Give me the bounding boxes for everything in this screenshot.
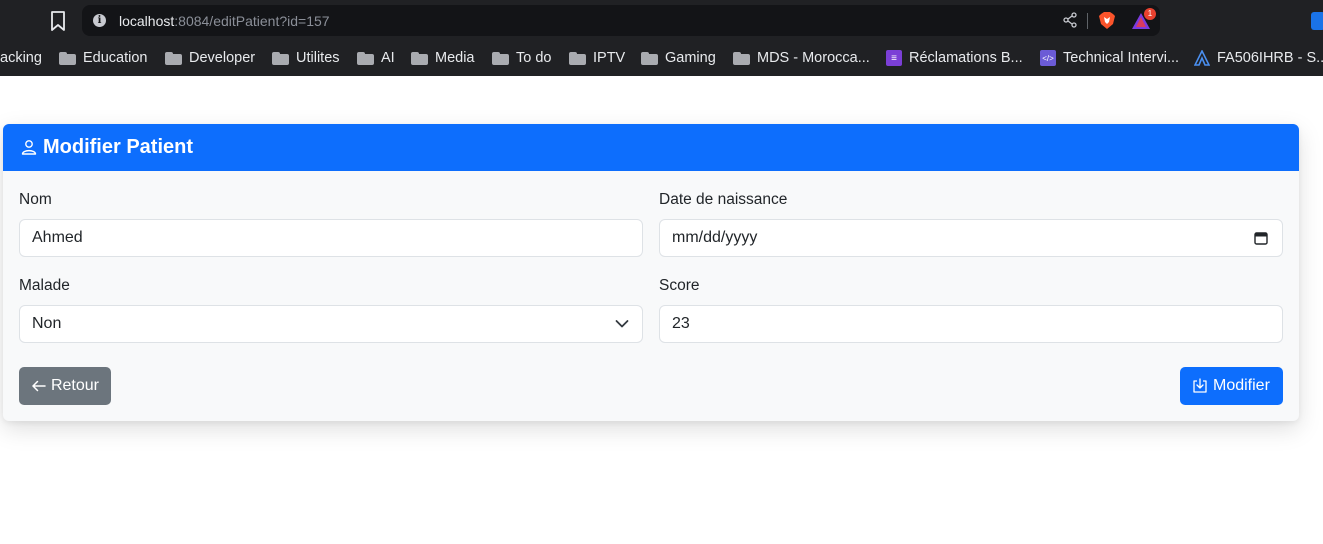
download-icon	[1193, 378, 1207, 393]
folder-icon	[411, 51, 428, 65]
bookmark-label: Developer	[189, 50, 256, 66]
edit-patient-card: Modifier Patient Nom Date de naissance m…	[3, 124, 1299, 421]
list-icon: ≡	[886, 50, 902, 66]
url-path: :8084/editPatient?id=157	[174, 13, 330, 29]
bookmark-label: IPTV	[593, 50, 626, 66]
bookmark-label: To do	[516, 50, 552, 66]
bookmark-label: FA506IHRB - S...	[1217, 50, 1323, 66]
bookmark-folder-media[interactable]: Media	[411, 46, 475, 70]
bookmark-label: Gaming	[665, 50, 716, 66]
browser-chrome: i localhost:8084/editPatient?id=157 1 ac…	[0, 0, 1323, 76]
modify-button-label: Modifier	[1213, 377, 1270, 394]
card-header: Modifier Patient	[3, 124, 1299, 171]
bookmark-folder-todo[interactable]: To do	[492, 46, 551, 70]
folder-icon	[641, 51, 658, 65]
malade-selected-value: Non	[32, 315, 62, 332]
malade-select[interactable]: Non	[19, 305, 643, 343]
bookmark-label: Technical Intervi...	[1063, 50, 1180, 66]
back-button[interactable]: Retour	[19, 367, 111, 405]
bookmark-folder-ai[interactable]: AI	[357, 46, 395, 70]
malade-label: Malade	[19, 277, 70, 294]
folder-icon	[272, 51, 289, 65]
url-bar[interactable]: i localhost:8084/editPatient?id=157 1	[82, 5, 1160, 36]
nom-label: Nom	[19, 191, 52, 208]
bookmark-label: Education	[83, 50, 148, 66]
bookmark-label: Utilites	[296, 50, 340, 66]
bookmark-reclamations[interactable]: ≡ Réclamations B...	[886, 46, 1023, 70]
share-icon[interactable]	[1062, 12, 1078, 28]
bookmark-folder-mds[interactable]: MDS - Morocca...	[733, 46, 870, 70]
nom-field[interactable]	[19, 219, 643, 257]
folder-icon	[357, 51, 374, 65]
extension-icon[interactable]	[1311, 12, 1323, 30]
url-host: localhost	[119, 13, 175, 29]
nom-input[interactable]	[32, 220, 630, 256]
rewards-badge: 1	[1144, 8, 1156, 20]
url-text[interactable]: localhost:8084/editPatient?id=157	[119, 13, 330, 29]
chevron-down-icon	[615, 320, 629, 328]
back-button-label: Retour	[50, 377, 99, 394]
date-value: mm/dd/yyyy	[672, 229, 758, 246]
bookmark-folder-utilites[interactable]: Utilites	[272, 46, 340, 70]
page-title: Modifier Patient	[43, 136, 194, 158]
bookmark-folder-developer[interactable]: Developer	[165, 46, 255, 70]
person-icon	[21, 140, 37, 155]
bookmark-label: Media	[435, 50, 475, 66]
bookmark-label: acking	[0, 50, 42, 66]
date-label: Date de naissance	[659, 191, 788, 208]
bookmark-label: AI	[381, 50, 395, 66]
url-separator	[1087, 13, 1088, 29]
bookmark-label: Réclamations B...	[909, 50, 1023, 66]
asus-icon	[1194, 50, 1210, 66]
arrow-left-icon	[32, 380, 46, 392]
folder-icon	[59, 51, 76, 65]
bookmark-folder-gaming[interactable]: Gaming	[641, 46, 716, 70]
code-icon: </>	[1040, 50, 1056, 66]
folder-icon	[165, 51, 182, 65]
folder-icon	[733, 51, 750, 65]
site-info-icon[interactable]: i	[93, 14, 106, 27]
bookmark-technical-interview[interactable]: </> Technical Intervi...	[1040, 46, 1179, 70]
bookmark-fa506ihrb[interactable]: FA506IHRB - S...	[1194, 46, 1323, 70]
bookmarks-bar: acking Education Developer Utilites AI M…	[0, 40, 1323, 76]
bookmark-folder-education[interactable]: Education	[59, 46, 148, 70]
score-field[interactable]	[659, 305, 1283, 343]
bookmark-label: MDS - Morocca...	[757, 50, 870, 66]
bookmark-folder-iptv[interactable]: IPTV	[569, 46, 625, 70]
folder-icon	[569, 51, 586, 65]
brave-shield-icon[interactable]	[1098, 11, 1116, 30]
calendar-icon[interactable]	[1254, 231, 1268, 245]
bookmark-icon[interactable]	[48, 10, 68, 32]
score-input[interactable]	[672, 306, 1270, 342]
date-field[interactable]: mm/dd/yyyy	[659, 219, 1283, 257]
score-label: Score	[659, 277, 700, 294]
address-bar-row: i localhost:8084/editPatient?id=157 1	[0, 0, 1323, 40]
bookmark-item[interactable]: acking	[0, 46, 42, 70]
modify-button[interactable]: Modifier	[1180, 367, 1283, 405]
folder-icon	[492, 51, 509, 65]
